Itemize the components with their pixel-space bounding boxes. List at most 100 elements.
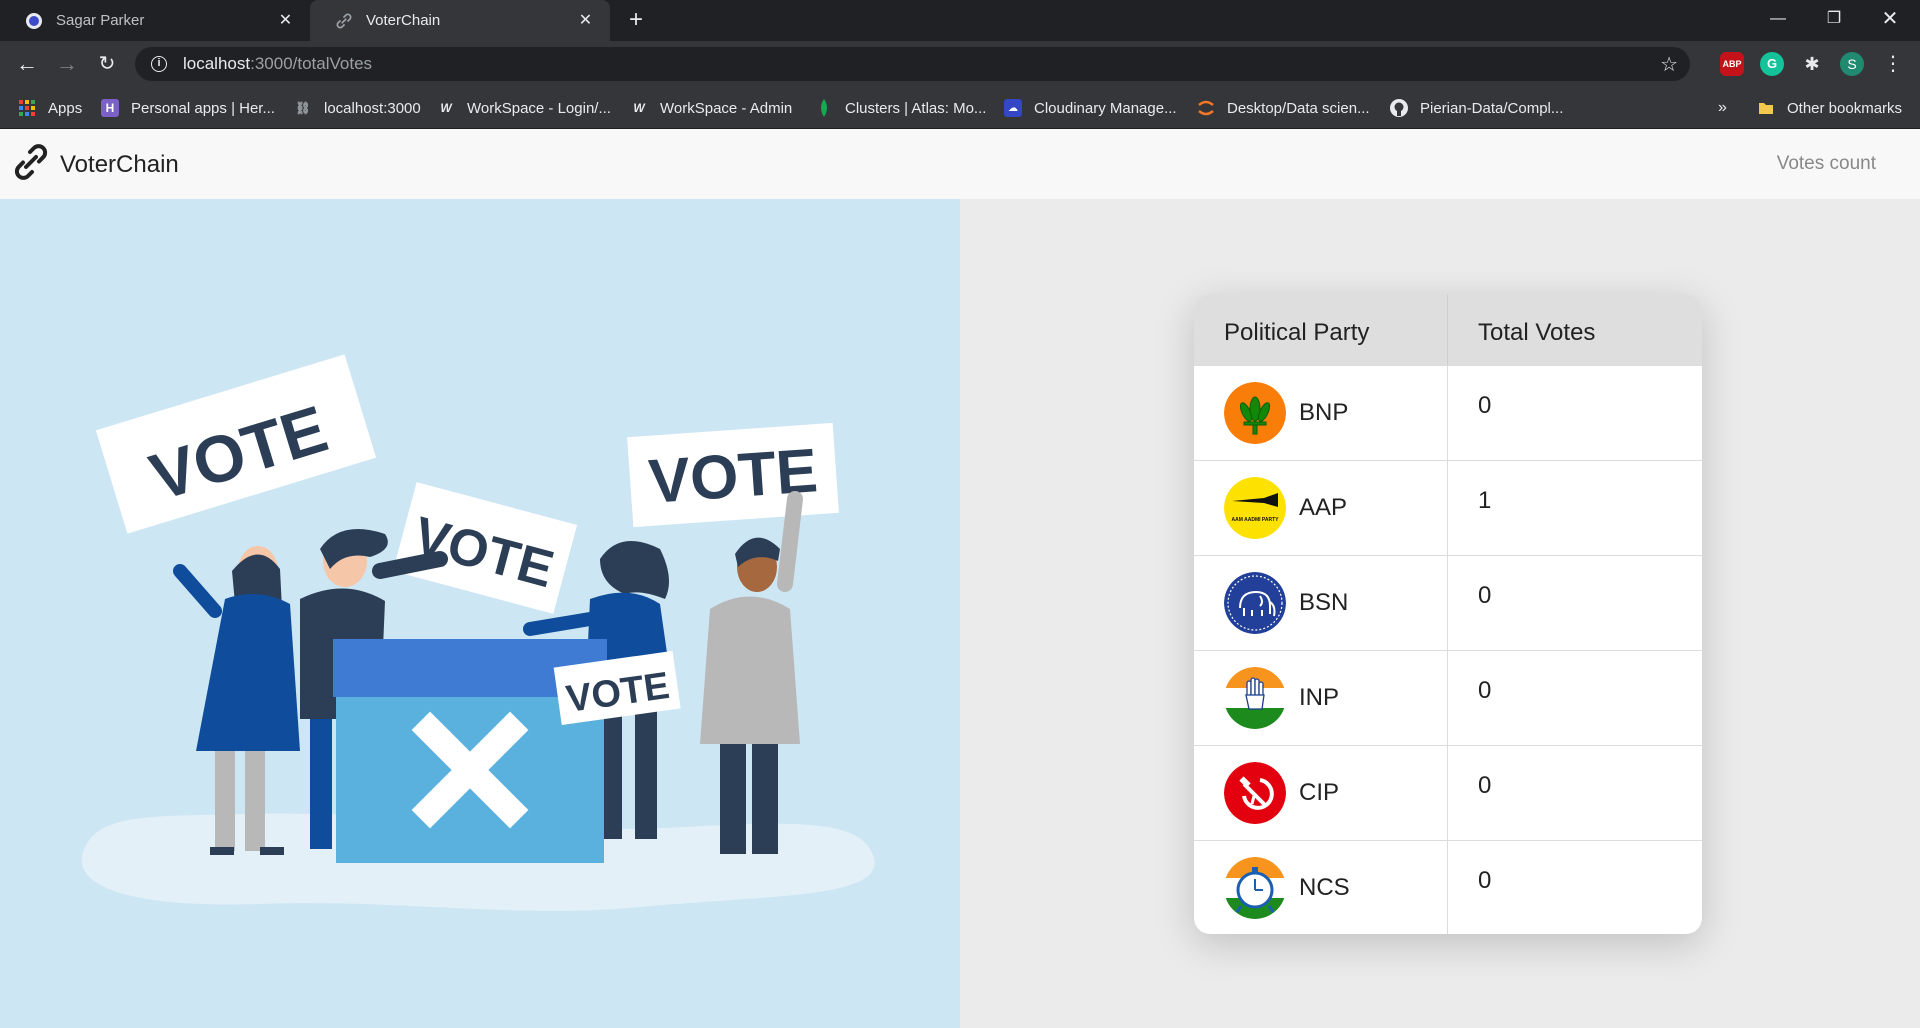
broom-logo-icon: AAM AADMI PARTY xyxy=(1224,477,1286,539)
vote-sign-2: VOTE xyxy=(392,482,578,614)
column-header-party: Political Party xyxy=(1194,294,1448,365)
lotus-logo-icon xyxy=(1224,382,1286,444)
reload-icon[interactable]: ↻ xyxy=(92,49,122,79)
bookmark-workspace-admin[interactable]: W WorkSpace - Admin xyxy=(630,87,792,129)
table-header: Political Party Total Votes xyxy=(1194,294,1702,365)
bookmark-label: WorkSpace - Admin xyxy=(660,99,793,117)
url-host: localhost xyxy=(183,54,251,73)
workspace-icon: W xyxy=(633,101,645,115)
chain-link-icon xyxy=(12,143,50,186)
table-row: CIP 0 xyxy=(1194,745,1702,840)
tab-voterchain[interactable]: VoterChain ✕ xyxy=(310,0,610,41)
link-icon xyxy=(336,13,352,29)
bookmark-label: localhost:3000 xyxy=(324,99,421,117)
bookmark-heroku[interactable]: H Personal apps | Her... xyxy=(101,87,275,129)
app-navbar: VoterChain Votes count xyxy=(0,129,1920,199)
bookmark-label: Personal apps | Her... xyxy=(131,99,275,117)
bookmark-star-icon[interactable]: ☆ xyxy=(1660,52,1678,77)
bookmark-github[interactable]: Pierian-Data/Compl... xyxy=(1390,87,1563,129)
bookmark-label: Apps xyxy=(48,99,83,117)
table-row: INP 0 xyxy=(1194,650,1702,745)
restore-icon[interactable]: ❐ xyxy=(1806,0,1862,41)
bookmark-workspace-login[interactable]: W WorkSpace - Login/... xyxy=(437,87,611,129)
cloudinary-icon: ☁ xyxy=(1004,99,1022,117)
mongodb-leaf-icon xyxy=(815,99,833,117)
table-row: BNP 0 xyxy=(1194,365,1702,460)
minimize-icon[interactable]: — xyxy=(1750,0,1806,41)
vote-count: 0 xyxy=(1478,677,1492,704)
bookmark-cloudinary[interactable]: ☁ Cloudinary Manage... xyxy=(1004,87,1177,129)
party-name: BNP xyxy=(1299,399,1349,426)
bookmark-other-bookmarks[interactable]: Other bookmarks xyxy=(1757,87,1902,129)
party-name: NCS xyxy=(1299,874,1350,901)
brand-link[interactable]: VoterChain xyxy=(12,143,179,186)
hammer-sickle-logo-icon xyxy=(1224,762,1286,824)
party-name: INP xyxy=(1299,684,1340,711)
table-row: BSN 0 xyxy=(1194,555,1702,650)
vote-count: 0 xyxy=(1478,392,1492,419)
new-tab-icon[interactable]: + xyxy=(623,7,649,33)
bookmark-atlas[interactable]: Clusters | Atlas: Mo... xyxy=(815,87,986,129)
vote-count: 0 xyxy=(1478,867,1492,894)
bookmark-label: Pierian-Data/Compl... xyxy=(1420,99,1564,117)
link-icon: ⛓ xyxy=(295,101,311,115)
address-bar[interactable]: i localhost:3000/totalVotes ☆ xyxy=(135,47,1690,81)
party-name: BSN xyxy=(1299,589,1349,616)
bookmarks-overflow-button[interactable]: » xyxy=(1718,87,1727,129)
logo-text: AAM AADMI PARTY xyxy=(1232,517,1280,523)
vote-count: 0 xyxy=(1478,582,1492,609)
hand-logo-icon xyxy=(1224,667,1286,729)
browser-tab-bar: Sagar Parker ✕ VoterChain ✕ + — ❐ ✕ xyxy=(0,0,1920,41)
puzzle-extensions-icon[interactable]: ✱ xyxy=(1800,52,1824,76)
brand-name: VoterChain xyxy=(60,150,179,178)
window-close-icon[interactable]: ✕ xyxy=(1862,0,1918,41)
vote-sign-3: VOTE xyxy=(627,422,839,528)
site-info-icon[interactable]: i xyxy=(151,56,167,72)
bookmark-label: Clusters | Atlas: Mo... xyxy=(845,99,987,117)
bookmark-label: Desktop/Data scien... xyxy=(1227,99,1370,117)
bookmark-apps[interactable]: Apps xyxy=(18,87,82,129)
close-tab-icon[interactable]: ✕ xyxy=(577,12,594,29)
votes-count-link[interactable]: Votes count xyxy=(1777,153,1876,175)
folder-icon xyxy=(1757,99,1775,117)
heroku-icon: H xyxy=(101,99,119,117)
back-arrow-icon[interactable]: ← xyxy=(12,49,42,79)
votes-panel: Political Party Total Votes BNP 0 AAM AA… xyxy=(960,199,1920,1028)
clock-logo-icon xyxy=(1224,857,1286,919)
party-name: CIP xyxy=(1299,779,1340,806)
forward-arrow-icon[interactable]: → xyxy=(52,49,82,79)
github-icon xyxy=(1390,99,1408,117)
vote-count: 0 xyxy=(1478,772,1492,799)
bookmark-label: Cloudinary Manage... xyxy=(1034,99,1177,117)
voting-illustration: VOTE VOTE VOTE VOTE xyxy=(81,354,875,911)
bookmark-label: WorkSpace - Login/... xyxy=(467,99,611,117)
bookmark-localhost[interactable]: ⛓ localhost:3000 xyxy=(294,87,421,129)
adblock-extension-icon[interactable]: ABP xyxy=(1720,52,1744,76)
person-blue-dress xyxy=(173,546,300,855)
bookmark-label: Other bookmarks xyxy=(1787,99,1903,117)
apps-grid-icon xyxy=(18,99,36,117)
grammarly-extension-icon[interactable]: G xyxy=(1760,52,1784,76)
table-row: AAM AADMI PARTY AAP 1 xyxy=(1194,460,1702,555)
person-gray-hoodie xyxy=(700,491,803,854)
tab-title: VoterChain xyxy=(366,12,441,29)
vote-sign-1: VOTE xyxy=(95,354,377,534)
votes-table: Political Party Total Votes BNP 0 AAM AA… xyxy=(1194,294,1702,934)
profile-avatar[interactable]: S xyxy=(1840,52,1864,76)
party-name: AAP xyxy=(1299,494,1348,521)
url-path: :3000/totalVotes xyxy=(250,54,373,73)
browser-menu-icon[interactable]: ⋮ xyxy=(1878,49,1908,79)
bookmarks-bar: Apps H Personal apps | Her... ⛓ localhos… xyxy=(0,87,1920,129)
elephant-logo-icon xyxy=(1224,572,1286,634)
column-header-votes: Total Votes xyxy=(1478,319,1596,346)
browser-toolbar: ← → ↻ i localhost:3000/totalVotes ☆ ABP … xyxy=(0,41,1920,87)
tab-sagar-parker[interactable]: Sagar Parker ✕ xyxy=(0,0,310,41)
bookmark-jupyter[interactable]: Desktop/Data scien... xyxy=(1197,87,1370,129)
vote-count: 1 xyxy=(1478,487,1492,514)
close-tab-icon[interactable]: ✕ xyxy=(277,12,294,29)
sp-profile-icon xyxy=(26,12,42,29)
tab-title: Sagar Parker xyxy=(56,12,145,29)
jupyter-icon xyxy=(1197,99,1215,117)
workspace-icon: W xyxy=(440,101,452,115)
vote-illustration-panel: VOTE VOTE VOTE VOTE xyxy=(0,199,960,1028)
